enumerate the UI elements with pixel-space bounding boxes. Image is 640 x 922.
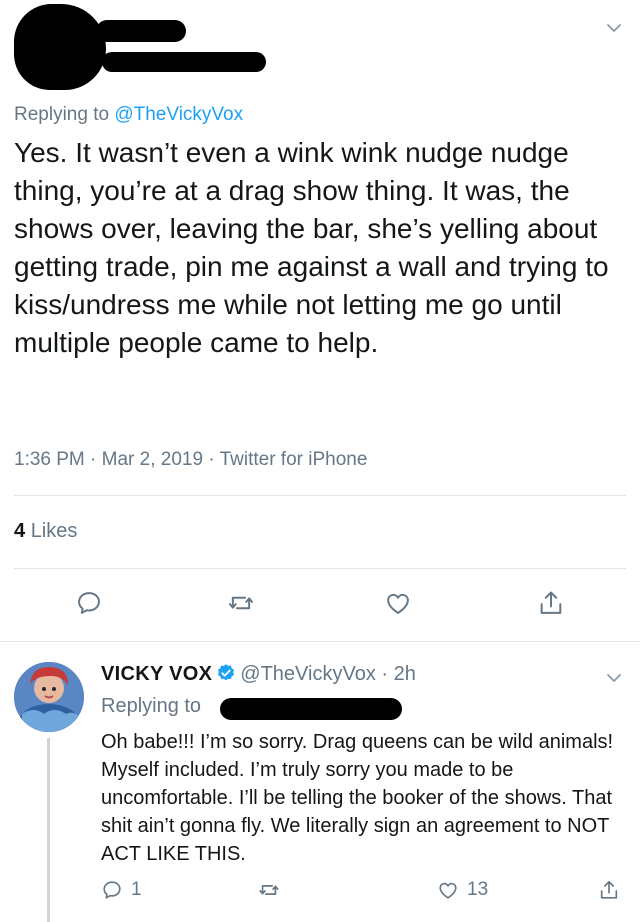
- author-name[interactable]: VICKY VOX: [101, 663, 212, 685]
- share-icon: [600, 880, 618, 899]
- replying-prefix: Replying to: [14, 104, 110, 125]
- reply-count: 1: [131, 879, 142, 900]
- likes-count[interactable]: 4 Likes: [14, 520, 77, 543]
- like-button[interactable]: [383, 586, 413, 620]
- likes-label: Likes: [30, 520, 78, 542]
- avatar[interactable]: [14, 662, 84, 732]
- chevron-down-icon[interactable]: [606, 20, 622, 36]
- like-button[interactable]: 13: [437, 876, 488, 904]
- tweet-text: Yes. It wasn’t even a wink wink nudge nu…: [14, 137, 609, 358]
- author-handle-time: @TheVickyVox · 2h: [240, 663, 416, 685]
- top-tweet-header: [0, 0, 640, 100]
- reply-header: VICKY VOX @TheVickyVox · 2h: [101, 663, 416, 686]
- share-button[interactable]: [536, 586, 566, 620]
- avatar-image: [14, 662, 84, 732]
- chevron-down-icon[interactable]: [606, 670, 622, 686]
- share-button[interactable]: [598, 876, 628, 904]
- verified-badge-icon: [218, 664, 235, 681]
- retweet-button[interactable]: [258, 876, 288, 904]
- reply-icon: [78, 592, 100, 614]
- retweet-icon: [259, 885, 279, 895]
- reply-button[interactable]: 1: [101, 876, 142, 904]
- redacted-handle: [102, 52, 266, 72]
- retweet-button[interactable]: [226, 586, 256, 620]
- like-icon: [439, 882, 457, 899]
- retweet-icon: [228, 596, 254, 610]
- tweet-actions: [0, 586, 640, 626]
- divider: [14, 495, 626, 496]
- replying-to: Replying to @TheVickyVox: [14, 104, 243, 126]
- reply-button[interactable]: [74, 586, 104, 620]
- redacted-name: [96, 20, 186, 42]
- reply-text: Oh babe!!! I’m so sorry. Drag queens can…: [101, 731, 614, 865]
- redacted-avatar: [14, 4, 106, 90]
- like-icon: [387, 593, 409, 614]
- reply-icon: [103, 881, 121, 899]
- replying-handle-link[interactable]: @TheVickyVox: [114, 104, 243, 125]
- reply-actions: 1 13: [0, 876, 640, 906]
- share-icon: [540, 591, 562, 614]
- divider: [14, 568, 626, 569]
- like-count: 13: [467, 879, 489, 900]
- tweet-meta: 1:36 PM · Mar 2, 2019 · Twitter for iPho…: [14, 449, 368, 470]
- divider: [0, 641, 640, 642]
- reply-replying-to: Replying to: [101, 695, 202, 717]
- likes-number: 4: [14, 520, 26, 542]
- redacted-reply-handle: [220, 698, 402, 720]
